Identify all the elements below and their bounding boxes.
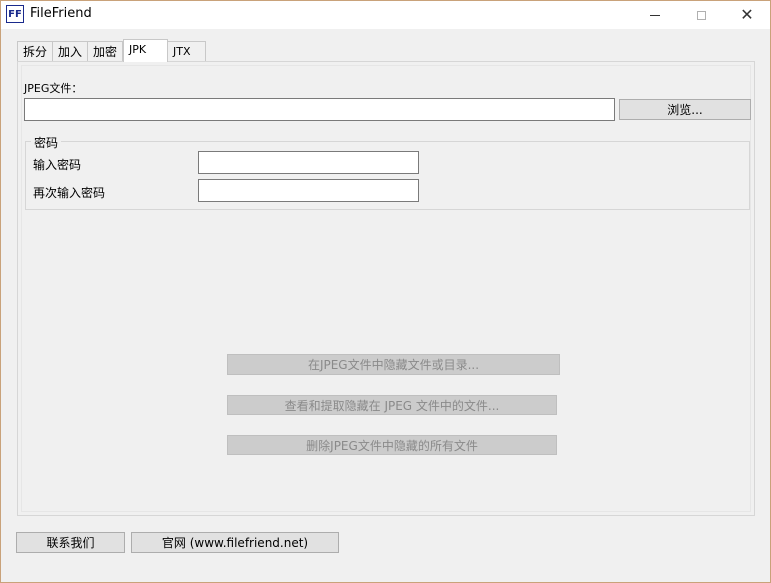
maximize-button[interactable]: [678, 1, 724, 29]
tab-strip: 拆分 加入 加密 JPK JTX: [17, 39, 207, 62]
password-group-title: 密码: [31, 134, 62, 151]
window-title: FileFriend: [30, 6, 92, 21]
close-button[interactable]: ✕: [724, 1, 770, 29]
jpeg-file-input[interactable]: [24, 98, 615, 121]
website-button[interactable]: 官网 (www.filefriend.net): [131, 532, 339, 553]
confirm-password-input[interactable]: [198, 179, 419, 202]
close-icon: ✕: [740, 5, 754, 24]
enter-password-label: 输入密码: [33, 158, 82, 172]
hide-files-button[interactable]: 在JPEG文件中隐藏文件或目录...: [227, 354, 560, 375]
tab-jpk[interactable]: JPK: [123, 39, 169, 62]
app-icon: FF: [6, 5, 24, 23]
contact-us-button[interactable]: 联系我们: [16, 532, 125, 553]
tab-join[interactable]: 加入: [53, 41, 89, 62]
tab-split[interactable]: 拆分: [17, 41, 54, 62]
filefriend-window: FF FileFriend ✕ 拆分 加入 加密 JPK JTX JPEG文件：…: [0, 0, 771, 583]
minimize-icon: [650, 14, 660, 16]
title-bar[interactable]: FF FileFriend ✕: [1, 1, 770, 29]
delete-hidden-files-button[interactable]: 删除JPEG文件中隐藏的所有文件: [227, 435, 557, 455]
confirm-password-label: 再次输入密码: [33, 186, 106, 200]
tab-jtx[interactable]: JTX: [168, 41, 207, 62]
tab-encrypt[interactable]: 加密: [88, 41, 124, 62]
jpeg-file-label: JPEG文件：: [24, 82, 83, 95]
enter-password-input[interactable]: [198, 151, 419, 174]
maximize-icon: [696, 10, 706, 20]
extract-files-button[interactable]: 查看和提取隐藏在 JPEG 文件中的文件...: [227, 395, 557, 415]
minimize-button[interactable]: [632, 1, 678, 29]
browse-button[interactable]: 浏览...: [619, 99, 751, 120]
